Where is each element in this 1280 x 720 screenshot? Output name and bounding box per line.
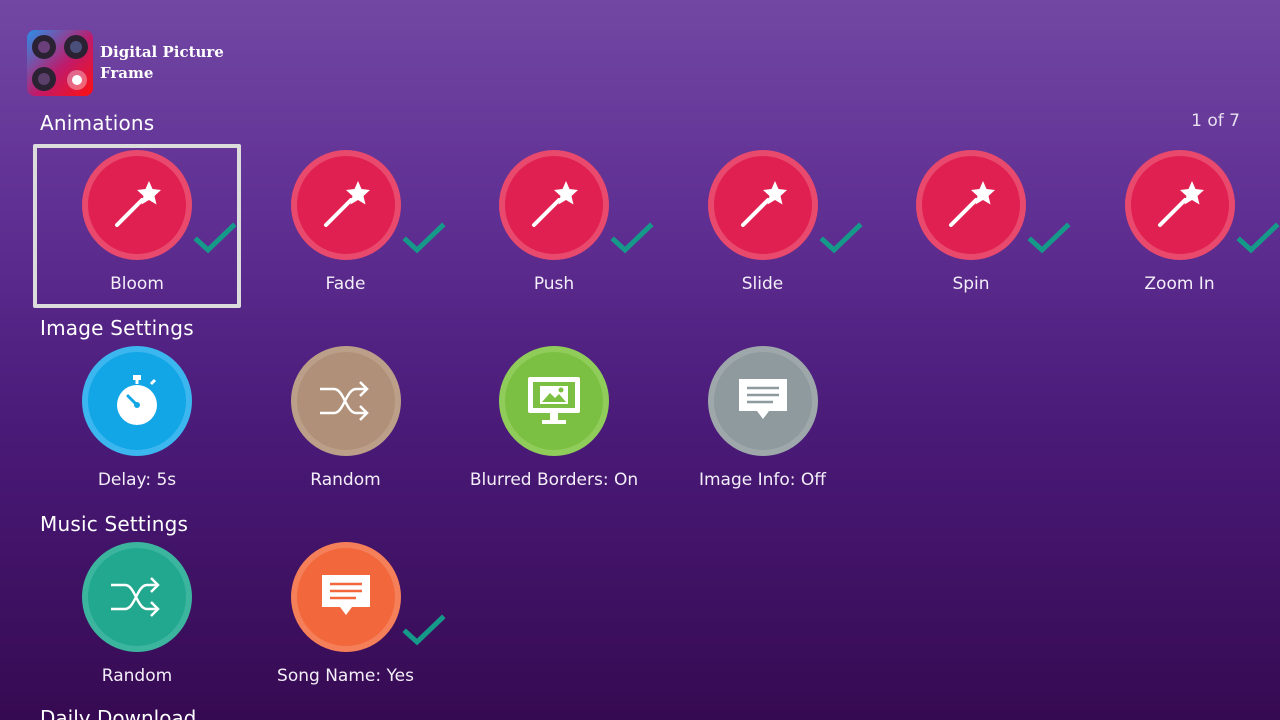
magic-wand-icon [941,175,1001,235]
image-settings-tile-blurred-borders-on[interactable]: Blurred Borders: On [450,340,658,504]
animations-tile-push[interactable]: Push [450,144,658,308]
section-title-image-settings: Image Settings [40,316,194,340]
message-icon [733,371,793,431]
music-settings-tile-song-name-yes[interactable]: Song Name: Yes [242,536,450,700]
magic-wand-icon [316,175,376,235]
animations-tile-spin[interactable]: Spin [867,144,1075,308]
image-settings-tile-delay-5s[interactable]: Delay: 5s [33,340,241,504]
image-settings-tile-random[interactable]: Random [242,340,450,504]
tile-icon-circle [82,346,192,456]
checkmark-icon [193,220,237,254]
app-logo [27,30,93,96]
message-icon [316,567,376,627]
tile-label: Image Info: Off [698,470,827,490]
checkmark-icon [818,220,863,254]
animations-tile-slide[interactable]: Slide [659,144,867,308]
music-settings-tile-random[interactable]: Random [33,536,241,700]
checkmark-icon [401,220,446,254]
monitor-picture-icon [522,371,586,431]
tile-icon-circle [290,542,401,652]
checkmark-icon [401,612,446,646]
checkmark-icon [610,220,654,254]
tile-icon-circle [499,346,609,456]
magic-wand-icon [733,175,793,235]
app-title: Digital Picture Frame [100,43,224,82]
animations-tile-zoom-in[interactable]: Zoom In [1076,144,1280,308]
tile-icon-circle [1124,150,1235,260]
section-title-animations: Animations [40,111,155,135]
page-indicator: 1 of 7 [1191,111,1240,131]
shuffle-icon [105,567,169,627]
stopwatch-icon [107,371,167,431]
section-title-music-settings: Music Settings [40,512,189,536]
shuffle-icon [314,371,378,431]
tile-icon-circle [707,150,818,260]
image-settings-tile-image-info-off[interactable]: Image Info: Off [659,340,867,504]
animations-tile-bloom[interactable]: Bloom [33,144,241,308]
tile-icon-circle [290,150,401,260]
tile-icon-circle [499,150,609,260]
checkmark-icon [1027,220,1071,254]
section-title-daily-download: Daily Download [40,706,197,720]
tile-icon-circle [707,346,818,456]
animations-tile-fade[interactable]: Fade [242,144,450,308]
tile-icon-circle [916,150,1026,260]
magic-wand-icon [1150,175,1210,235]
magic-wand-icon [524,175,584,235]
tile-icon-circle [82,150,192,260]
tile-label: Zoom In [1144,274,1215,294]
magic-wand-icon [107,175,167,235]
tile-label: Song Name: Yes [277,666,414,686]
checkmark-icon [1235,220,1280,254]
tile-icon-circle [290,346,401,456]
tile-icon-circle [82,542,192,652]
